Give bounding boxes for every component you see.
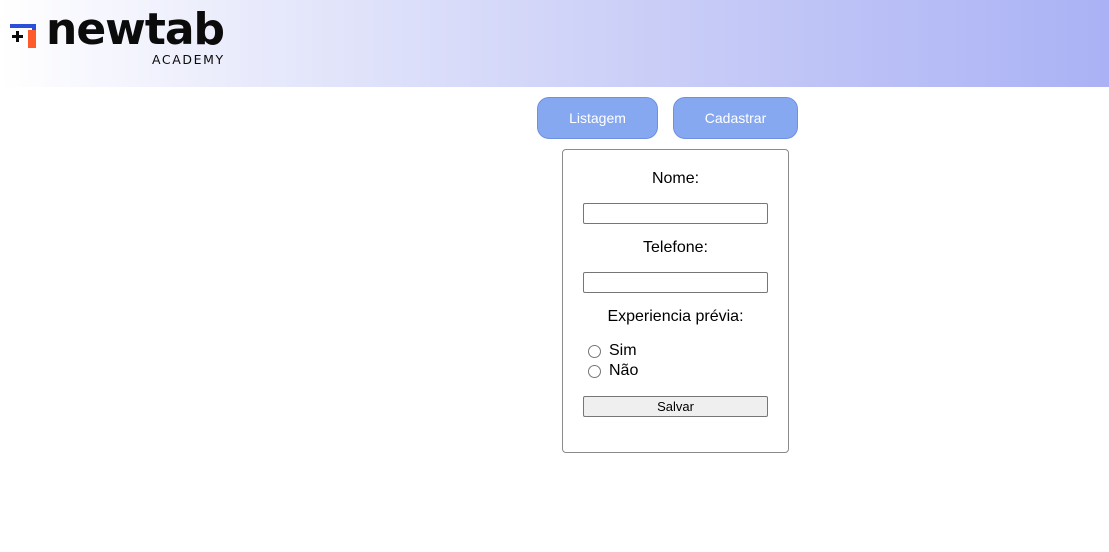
experience-option-sim[interactable]: Sim — [588, 342, 637, 360]
phone-label: Telefone: — [643, 239, 708, 256]
save-button[interactable]: Salvar — [583, 396, 768, 417]
brand-name: newtab — [46, 4, 225, 55]
radio-nao-label: Não — [609, 362, 639, 379]
brand-subtitle: ACADEMY — [152, 52, 225, 67]
cadastrar-button[interactable]: Cadastrar — [673, 97, 798, 139]
app-header: newtab ACADEMY — [0, 0, 1109, 87]
experience-label: Experiencia prévia: — [607, 308, 744, 325]
plus-bracket-logo-icon — [10, 24, 36, 48]
radio-sim-label: Sim — [609, 342, 637, 359]
brand-logo[interactable]: newtab ACADEMY — [10, 8, 240, 72]
experience-option-nao[interactable]: Não — [588, 362, 638, 380]
phone-input[interactable] — [583, 272, 768, 293]
radio-sim[interactable] — [588, 344, 601, 358]
listagem-button[interactable]: Listagem — [537, 97, 658, 139]
name-input[interactable] — [583, 203, 768, 224]
registration-form: Nome: Telefone: Experiencia prévia: Sim … — [562, 149, 789, 453]
name-label: Nome: — [651, 170, 700, 187]
radio-nao[interactable] — [588, 364, 601, 378]
